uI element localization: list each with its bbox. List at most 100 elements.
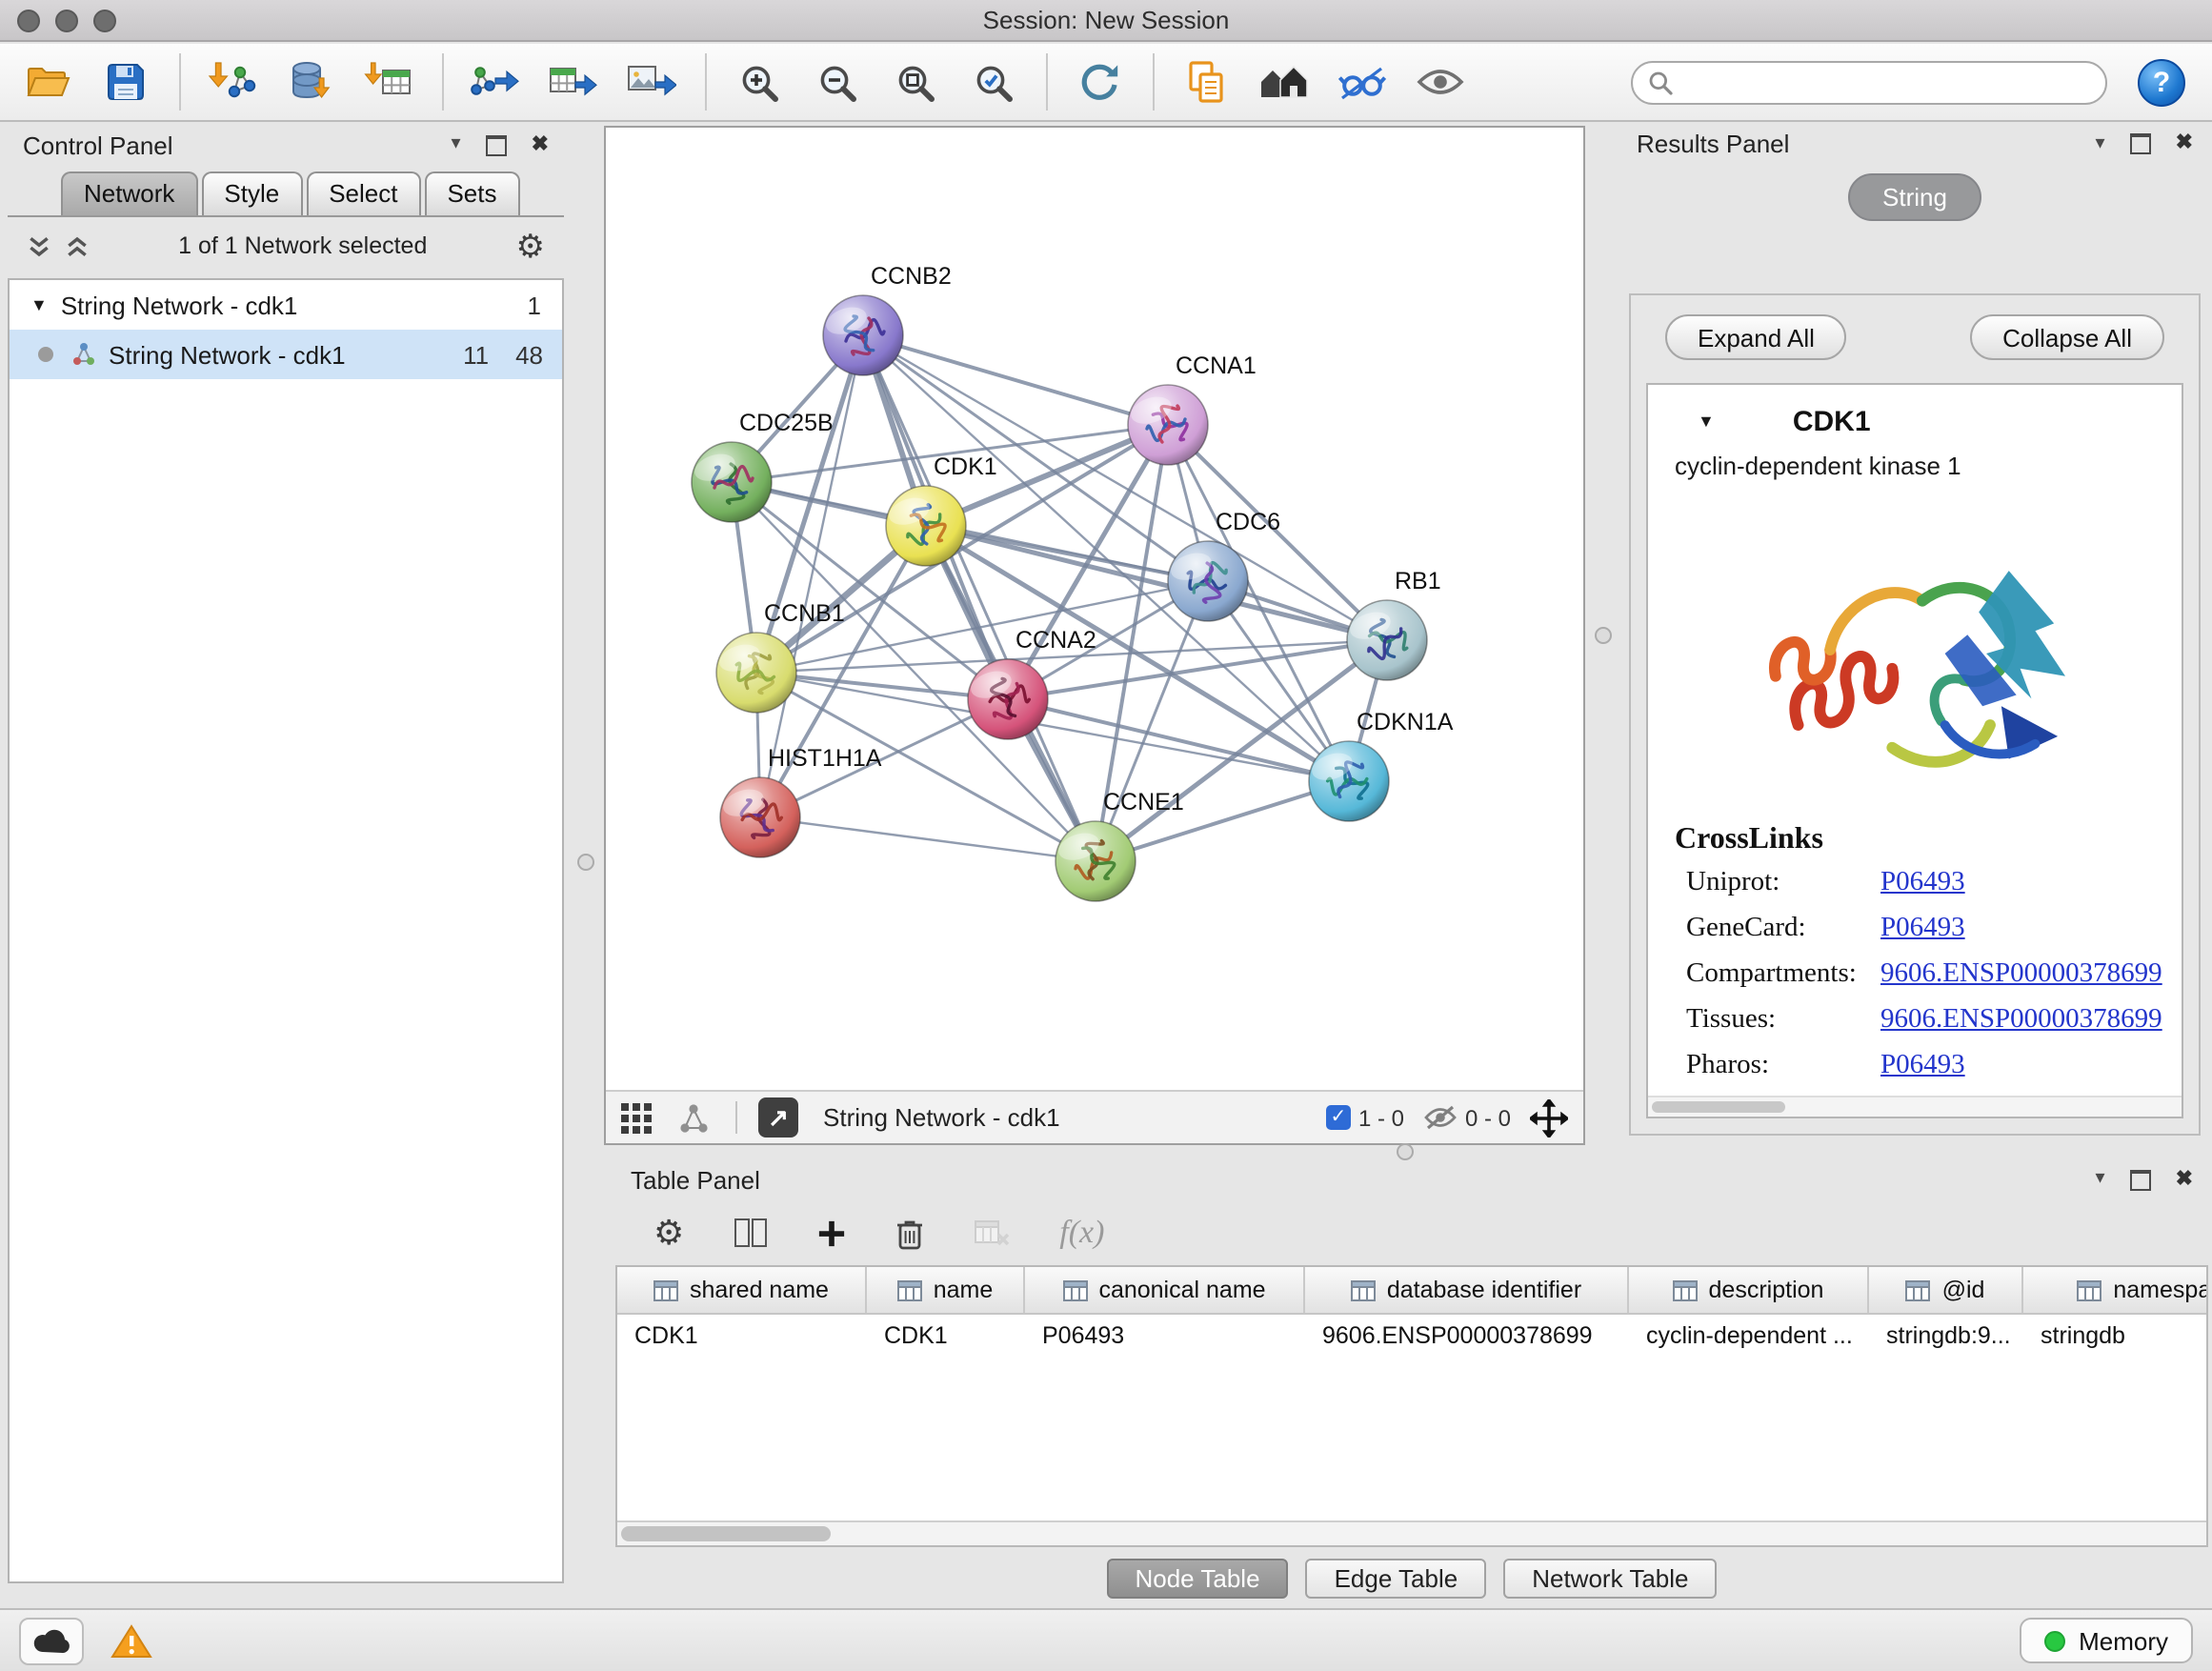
maximize-window-button[interactable]: [93, 10, 116, 32]
tree-expand-caret-icon[interactable]: ▼: [30, 296, 48, 313]
network-edge[interactable]: [760, 817, 1096, 861]
network-edge[interactable]: [863, 335, 1168, 425]
network-node-cdk1[interactable]: [885, 486, 966, 566]
open-session-button[interactable]: [19, 51, 76, 112]
network-edge[interactable]: [1008, 699, 1349, 781]
network-node-cdc25b[interactable]: [691, 442, 772, 522]
string-results-tab[interactable]: String: [1848, 173, 1981, 221]
splitter-handle[interactable]: [1595, 627, 1612, 644]
zoom-selected-button[interactable]: [964, 51, 1021, 112]
tab-style[interactable]: Style: [201, 171, 302, 215]
copy-button[interactable]: [1177, 51, 1235, 112]
expand-all-button[interactable]: Expand All: [1665, 314, 1847, 360]
warning-button[interactable]: [111, 1622, 152, 1659]
float-panel-icon[interactable]: [2130, 1169, 2151, 1190]
export-image-button[interactable]: [623, 51, 680, 112]
splitter-handle[interactable]: [1397, 1143, 1414, 1160]
search-input[interactable]: [1682, 67, 2090, 97]
tab-sets[interactable]: Sets: [424, 171, 519, 215]
apply-layout-button[interactable]: [1071, 51, 1128, 112]
network-node-ccnb2[interactable]: [822, 295, 903, 375]
minimize-window-button[interactable]: [55, 10, 78, 32]
network-node-ccnb1[interactable]: [715, 633, 796, 713]
gene-card-caret-icon[interactable]: ▼: [1698, 413, 1715, 430]
show-hide-eye-button[interactable]: [1412, 51, 1469, 112]
float-panel-icon[interactable]: [486, 134, 507, 155]
zoom-in-button[interactable]: [730, 51, 787, 112]
close-panel-icon[interactable]: ✖: [2176, 1169, 2193, 1190]
tab-network[interactable]: Network: [61, 171, 197, 215]
tab-node-table[interactable]: Node Table: [1106, 1558, 1288, 1598]
open-in-new-window-button[interactable]: ↗: [758, 1097, 798, 1137]
tab-select[interactable]: Select: [306, 171, 420, 215]
birdseye-grid-icon[interactable]: [621, 1102, 652, 1133]
delete-column-trash-icon[interactable]: [895, 1217, 924, 1249]
column-header[interactable]: namespace: [2023, 1267, 2208, 1313]
column-header[interactable]: database identifier: [1305, 1267, 1629, 1313]
crosslink-link[interactable]: 9606.ENSP00000378699: [1880, 1004, 2162, 1037]
move-crosshair-icon[interactable]: [1530, 1098, 1568, 1137]
show-columns-icon[interactable]: [734, 1218, 768, 1248]
network-node-ccna1[interactable]: [1127, 385, 1208, 465]
graphics-details-button[interactable]: [1334, 51, 1391, 112]
network-node-cdc6[interactable]: [1167, 541, 1248, 621]
table-row[interactable]: CDK1 CDK1 P06493 9606.ENSP00000378699 cy…: [617, 1315, 2206, 1357]
help-button[interactable]: ?: [2138, 58, 2185, 106]
cell-id[interactable]: stringdb:9...: [1869, 1322, 2023, 1349]
import-table-file-button[interactable]: [360, 51, 417, 112]
network-node-ccne1[interactable]: [1055, 821, 1136, 901]
hidden-eye-slash-icon[interactable]: [1423, 1105, 1458, 1130]
memory-button[interactable]: Memory: [2020, 1618, 2193, 1663]
column-header[interactable]: description: [1629, 1267, 1869, 1313]
close-panel-icon[interactable]: ✖: [2176, 133, 2193, 154]
cell-database-identifier[interactable]: 9606.ENSP00000378699: [1305, 1322, 1629, 1349]
export-table-button[interactable]: [545, 51, 602, 112]
crosslink-link[interactable]: P06493: [1880, 913, 1965, 945]
network-overview-icon[interactable]: [676, 1102, 711, 1133]
network-edge[interactable]: [863, 335, 1387, 640]
table-hscrollbar-thumb[interactable]: [621, 1526, 831, 1541]
add-column-plus-icon[interactable]: [817, 1218, 846, 1247]
table-options-gear-icon[interactable]: ⚙: [654, 1216, 684, 1250]
results-scrollbar-thumb[interactable]: [1652, 1101, 1785, 1113]
expand-all-networks-icon[interactable]: [27, 233, 51, 258]
network-node-hist1h1a[interactable]: [719, 777, 800, 857]
network-row-selected[interactable]: String Network - cdk1 11 48: [10, 330, 562, 379]
home-button[interactable]: [1256, 51, 1313, 112]
column-header[interactable]: name: [867, 1267, 1025, 1313]
panel-menu-icon[interactable]: ▾: [452, 135, 461, 154]
close-panel-icon[interactable]: ✖: [532, 134, 549, 155]
cell-shared-name[interactable]: CDK1: [617, 1322, 867, 1349]
network-node-rb1[interactable]: [1346, 600, 1427, 680]
network-edge[interactable]: [863, 335, 1096, 861]
close-window-button[interactable]: [17, 10, 40, 32]
collapse-all-networks-icon[interactable]: [65, 233, 90, 258]
cell-namespace[interactable]: stringdb: [2023, 1322, 2208, 1349]
zoom-out-button[interactable]: [808, 51, 865, 112]
panel-menu-icon[interactable]: ▾: [2096, 1170, 2105, 1189]
zoom-fit-button[interactable]: [886, 51, 943, 112]
splitter-handle[interactable]: [577, 854, 594, 871]
tab-network-table[interactable]: Network Table: [1503, 1558, 1717, 1598]
cell-description[interactable]: cyclin-dependent ...: [1629, 1322, 1869, 1349]
import-network-file-button[interactable]: [204, 51, 261, 112]
selected-checkbox-icon[interactable]: ✓: [1326, 1105, 1351, 1130]
function-builder-icon[interactable]: f(x): [1059, 1214, 1104, 1252]
network-options-gear-icon[interactable]: ⚙: [516, 230, 546, 262]
network-edge[interactable]: [756, 581, 1208, 673]
float-panel-icon[interactable]: [2130, 133, 2151, 154]
tab-edge-table[interactable]: Edge Table: [1306, 1558, 1487, 1598]
network-canvas[interactable]: CCNB2CCNA1CDC25BCDK1CDC6RB1CCNB1CCNA2CDK…: [606, 128, 1583, 1090]
collapse-all-button[interactable]: Collapse All: [1970, 314, 2164, 360]
network-node-cdkn1a[interactable]: [1308, 741, 1389, 821]
column-header[interactable]: canonical name: [1025, 1267, 1305, 1313]
network-node-ccna2[interactable]: [967, 659, 1048, 739]
panel-menu-icon[interactable]: ▾: [2096, 134, 2105, 153]
import-network-database-button[interactable]: [282, 51, 339, 112]
export-network-button[interactable]: [467, 51, 524, 112]
network-collection-row[interactable]: ▼ String Network - cdk1 1: [10, 280, 562, 330]
column-header[interactable]: shared name: [617, 1267, 867, 1313]
cloud-button[interactable]: [19, 1617, 84, 1664]
save-session-button[interactable]: [97, 51, 154, 112]
crosslink-link[interactable]: 9606.ENSP00000378699: [1880, 958, 2162, 991]
